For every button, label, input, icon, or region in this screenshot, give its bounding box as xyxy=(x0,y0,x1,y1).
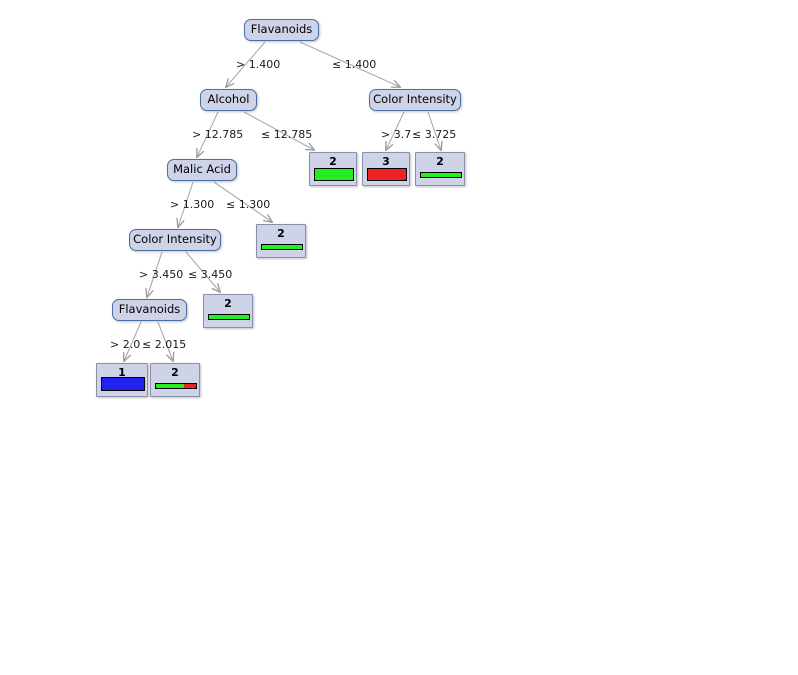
decision-node-label: Flavanoids xyxy=(250,22,313,37)
edge-condition-label: ≤ 3.725 xyxy=(412,128,457,141)
leaf-bar-segment xyxy=(156,384,184,388)
leaf-distribution-bar xyxy=(314,168,354,181)
leaf-node[interactable]: 2 xyxy=(150,363,200,397)
leaf-class-label: 2 xyxy=(277,227,285,240)
leaf-class-label: 2 xyxy=(224,297,232,310)
leaf-distribution-bar xyxy=(208,314,250,320)
leaf-bar-segment xyxy=(102,378,144,390)
leaf-distribution-bar xyxy=(367,168,407,181)
edge-condition-label: ≤ 2.015 xyxy=(142,338,187,351)
leaf-node[interactable]: 3 xyxy=(362,152,410,186)
leaf-node[interactable]: 2 xyxy=(203,294,253,328)
edge-condition-label: > 3.450 xyxy=(139,268,184,281)
leaf-distribution-bar xyxy=(155,383,197,389)
edge-condition-label: > 12.785 xyxy=(192,128,244,141)
leaf-bar-segment xyxy=(209,315,249,319)
decision-node-label: Color Intensity xyxy=(373,92,457,107)
decision-node[interactable]: Color Intensity xyxy=(129,229,221,251)
edge-condition-label: > 1.400 xyxy=(236,58,281,71)
decision-node[interactable]: Flavanoids xyxy=(244,19,319,41)
leaf-bar-segment xyxy=(368,169,406,180)
leaf-bar-segment xyxy=(421,173,461,177)
decision-tree-canvas: Flavanoids Alcohol Color Intensity Malic Ac… xyxy=(0,0,798,675)
leaf-node[interactable]: 2 xyxy=(415,152,465,186)
decision-node-label: Malic Acid xyxy=(173,162,231,177)
decision-node[interactable]: Flavanoids xyxy=(112,299,187,321)
leaf-node[interactable]: 1 xyxy=(96,363,148,397)
leaf-class-label: 2 xyxy=(329,155,337,168)
leaf-bar-segment xyxy=(184,384,196,388)
edge-condition-label: > 2.0 xyxy=(110,338,141,351)
leaf-bar-segment xyxy=(262,245,302,249)
leaf-node[interactable]: 2 xyxy=(309,152,357,186)
edge-condition-label: ≤ 1.300 xyxy=(226,198,271,211)
leaf-distribution-bar xyxy=(101,377,145,391)
decision-node-label: Flavanoids xyxy=(118,302,181,317)
leaf-distribution-bar xyxy=(420,172,462,178)
decision-node-label: Alcohol xyxy=(207,92,250,107)
leaf-class-label: 3 xyxy=(382,155,390,168)
edge-condition-label: > 1.300 xyxy=(170,198,215,211)
leaf-node[interactable]: 2 xyxy=(256,224,306,258)
decision-node[interactable]: Alcohol xyxy=(200,89,257,111)
leaf-class-label: 2 xyxy=(436,155,444,168)
edge-condition-label: ≤ 12.785 xyxy=(261,128,313,141)
edge-condition-label: ≤ 3.450 xyxy=(188,268,233,281)
decision-node[interactable]: Malic Acid xyxy=(167,159,237,181)
decision-node-label: Color Intensity xyxy=(133,232,217,247)
leaf-class-label: 2 xyxy=(171,366,179,379)
leaf-distribution-bar xyxy=(261,244,303,250)
decision-node[interactable]: Color Intensity xyxy=(369,89,461,111)
leaf-bar-segment xyxy=(315,169,353,180)
edge-condition-label: ≤ 1.400 xyxy=(332,58,377,71)
edge-condition-label: > 3.7 xyxy=(381,128,412,141)
